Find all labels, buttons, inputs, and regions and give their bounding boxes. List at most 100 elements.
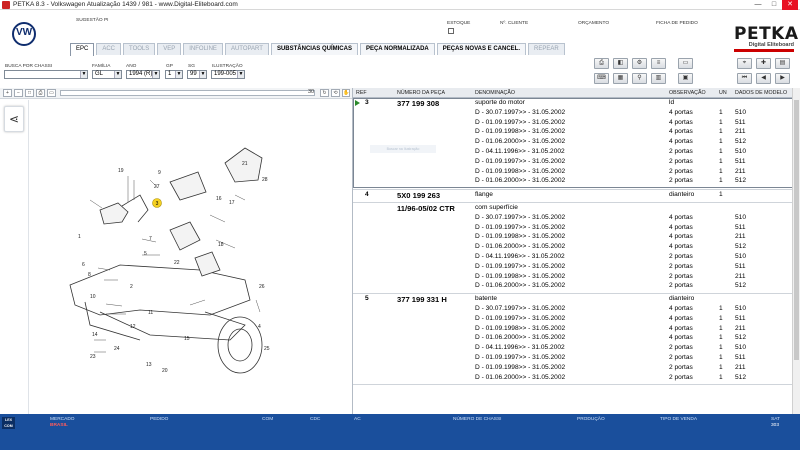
- pin-icon[interactable]: ⌖: [737, 58, 752, 69]
- part-detail-row[interactable]: D - 30.07.1997>> - 31.05.2002 4 portas 1 51…: [353, 305, 792, 315]
- part-detail-row[interactable]: D - 01.09.1998>> - 31.05.2002 4 portas 1 21…: [353, 325, 792, 335]
- chevron-down-icon: ▼: [80, 71, 87, 78]
- part-detail-row[interactable]: D - 01.06.2000>> - 31.05.2002 2 portas 512: [353, 282, 792, 292]
- tab-pecas-novas[interactable]: PEÇAS NOVAS E CANCEL.: [436, 43, 526, 55]
- callout-5: 5: [144, 251, 147, 257]
- part-row[interactable]: 11/96-05/02 CTR com superfície: [353, 204, 792, 214]
- detail-description: D - 01.06.2000>> - 31.05.2002: [475, 373, 566, 381]
- scrollbar-thumb[interactable]: [794, 100, 799, 360]
- tab-tools[interactable]: TOOLS: [123, 43, 156, 55]
- part-detail-row[interactable]: D - 01.06.2000>> - 31.05.2002 4 portas 1 51…: [353, 334, 792, 344]
- detail-model: 511: [735, 354, 746, 361]
- reset-view-icon[interactable]: ⟲: [331, 89, 340, 97]
- tab-substancias[interactable]: SUBSTÂNCIAS QUÍMICAS: [270, 43, 358, 55]
- part-ref: 4: [365, 191, 369, 199]
- engine-icon[interactable]: ⚙: [632, 58, 647, 69]
- part-row[interactable]: 5 377 199 331 H batente dianteiro: [353, 295, 792, 305]
- cart-icon[interactable]: ▦: [613, 73, 628, 84]
- copy-icon[interactable]: ▭: [47, 89, 56, 97]
- share-icon[interactable]: ⋖: [4, 106, 24, 132]
- cdc-label: CDC: [310, 417, 321, 422]
- keyboard-icon[interactable]: ⌨: [594, 73, 609, 84]
- col-model[interactable]: DADOS DE MODELO: [735, 90, 787, 96]
- sg-select[interactable]: 99 ▼: [187, 70, 207, 79]
- document-icon[interactable]: ▭: [678, 58, 693, 69]
- table-scrollbar[interactable]: [792, 88, 800, 414]
- search-icon[interactable]: ⚲: [632, 73, 647, 84]
- venda-label: TIPO DE VENDA: [660, 417, 698, 422]
- tab-peca-normalizada[interactable]: PEÇA NORMALIZADA: [359, 43, 435, 55]
- part-detail-row[interactable]: D - 01.09.1998>> - 31.05.2002 2 portas 1 21…: [353, 364, 792, 374]
- car-icon[interactable]: ◧: [613, 58, 628, 69]
- chassis-search-input[interactable]: ▼: [4, 70, 88, 79]
- col-desc[interactable]: DENOMINAÇÃO: [475, 90, 515, 96]
- crossmember: [69, 264, 251, 316]
- part-detail-row[interactable]: D - 01.09.1998>> - 31.05.2002 4 portas 211: [353, 233, 792, 243]
- col-obs[interactable]: OBSERVAÇÃO: [669, 90, 706, 96]
- fit-icon[interactable]: □: [25, 89, 34, 97]
- detail-observation: 2 portas: [669, 363, 693, 371]
- tab-repear[interactable]: REPEAR: [527, 43, 565, 55]
- minimize-button[interactable]: —: [750, 0, 766, 10]
- vw-logo: VW: [12, 22, 36, 46]
- maximize-button[interactable]: □: [766, 0, 782, 10]
- print-icon[interactable]: ⎙: [594, 58, 609, 69]
- ilustracao-select[interactable]: 199-005 ▼: [211, 70, 245, 79]
- ano-select[interactable]: 1994 (R) ▼: [126, 70, 160, 79]
- part-number: 5X0 199 263: [397, 191, 441, 201]
- zoom-slider[interactable]: [60, 90, 315, 96]
- col-un[interactable]: UN: [719, 90, 727, 96]
- zoom-in-icon[interactable]: +: [3, 89, 12, 97]
- estoque-checkbox[interactable]: [448, 28, 454, 34]
- zoom-out-icon[interactable]: −: [14, 89, 23, 97]
- detail-observation: 2 portas: [669, 373, 693, 381]
- lexcom-logo: LEX COM: [2, 417, 15, 429]
- part-row[interactable]: 4 5X0 199 263 flange dianteiro 1: [353, 191, 792, 201]
- callout-1: 1: [78, 234, 81, 240]
- detail-description: D - 01.09.1998>> - 31.05.2002: [475, 363, 566, 371]
- part-detail-row[interactable]: D - 01.09.1997>> - 31.05.2002 4 portas 511: [353, 224, 792, 234]
- tool-icon[interactable]: ✚: [756, 58, 771, 69]
- page-icon[interactable]: ▤: [775, 58, 790, 69]
- list-icon[interactable]: ≡: [651, 58, 666, 69]
- part-detail-row[interactable]: D - 30.07.1997>> - 31.05.2002 4 portas 510: [353, 214, 792, 224]
- callout-23: 23: [90, 354, 96, 360]
- close-button[interactable]: ✕: [782, 0, 798, 10]
- familia-select[interactable]: GL ▼: [92, 70, 122, 79]
- gp-select[interactable]: 1 ▼: [165, 70, 183, 79]
- detail-model: 512: [735, 243, 747, 251]
- part-detail-row[interactable]: D - 01.06.2000>> - 31.05.2002 4 portas 512: [353, 243, 792, 253]
- tab-acc[interactable]: ACC: [96, 43, 122, 55]
- rotate-icon[interactable]: ↻: [320, 89, 329, 97]
- detail-observation: 2 portas: [669, 253, 693, 260]
- grid-icon[interactable]: ▣: [678, 73, 693, 84]
- parts-diagram[interactable]: 3 1 2 4 5 6 7 8 9 10 11 12 13 14 15 16 1…: [30, 100, 350, 414]
- detail-description: D - 01.09.1997>> - 31.05.2002: [475, 262, 566, 270]
- part-detail-row[interactable]: D - 01.09.1997>> - 31.05.2002 4 portas 1 51…: [353, 315, 792, 325]
- ano-label: ANO: [126, 64, 137, 69]
- tab-vep[interactable]: VEP: [157, 43, 182, 55]
- tab-epc[interactable]: EPC: [70, 43, 95, 56]
- part-detail-row[interactable]: D - 01.09.1998>> - 31.05.2002 2 portas 211: [353, 273, 792, 283]
- part-detail-row[interactable]: D - 01.09.1997>> - 31.05.2002 2 portas 511: [353, 263, 792, 273]
- first-page-icon[interactable]: ⏮: [737, 73, 752, 84]
- tab-autopart[interactable]: AUTOPART: [224, 43, 269, 55]
- tab-infoline[interactable]: INFOLINE: [183, 43, 223, 55]
- next-page-icon[interactable]: ▶: [775, 73, 790, 84]
- col-number[interactable]: NÚMERO DA PEÇA: [397, 90, 445, 96]
- hand-icon[interactable]: ✋: [342, 89, 350, 97]
- calendar-icon[interactable]: ▥: [651, 73, 666, 84]
- detail-model: 511: [735, 223, 746, 231]
- previous-page-icon[interactable]: ◀: [756, 73, 771, 84]
- sg-value: 99: [190, 71, 197, 77]
- part-description: com superfície: [475, 204, 518, 211]
- print-image-icon[interactable]: ⎙: [36, 89, 45, 97]
- pedido-label: PEDIDO: [150, 417, 169, 422]
- part-detail-row[interactable]: D - 04.11.1996>> - 31.05.2002 2 portas 510: [353, 253, 792, 263]
- busca-label: BUSCA POR CHASSI: [5, 64, 53, 69]
- part-detail-row[interactable]: D - 01.06.2000>> - 31.05.2002 2 portas 1 51…: [353, 374, 792, 384]
- mount-lower: [194, 251, 221, 277]
- part-detail-row[interactable]: D - 01.09.1997>> - 31.05.2002 2 portas 1 51…: [353, 354, 792, 364]
- part-detail-row[interactable]: D - 04.11.1996>> - 31.05.2002 2 portas 1 51…: [353, 344, 792, 354]
- col-ref[interactable]: REF: [356, 90, 367, 96]
